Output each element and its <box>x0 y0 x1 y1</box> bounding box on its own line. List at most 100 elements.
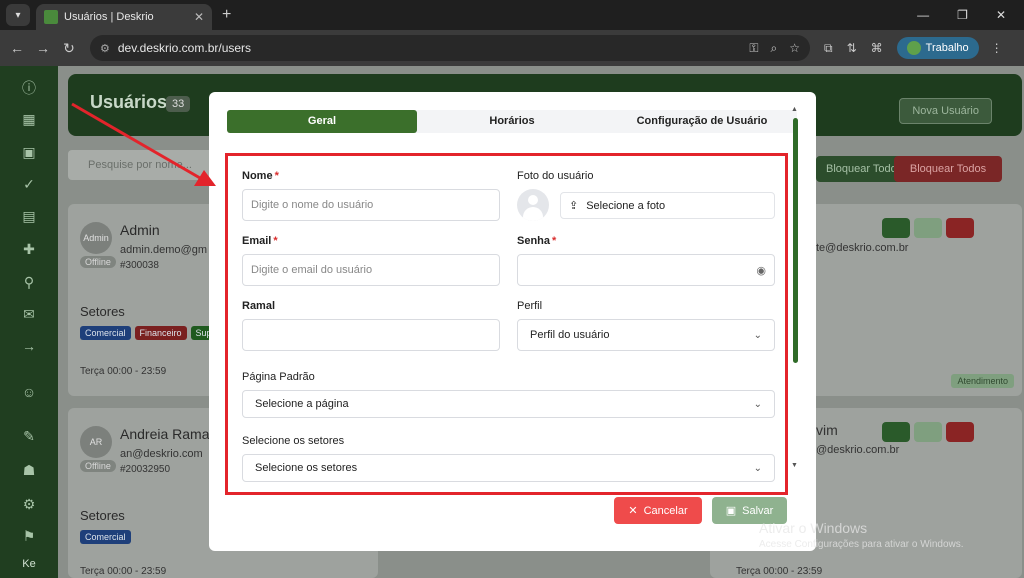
profile-label: Trabalho <box>925 42 969 54</box>
ramal-input[interactable] <box>242 319 500 351</box>
reload-icon[interactable]: ↻ <box>56 40 82 57</box>
user-form-modal: Geral Horários Configuração de Usuário ▲… <box>209 92 816 551</box>
browser-toolbar: ← → ↻ ⚙ dev.deskrio.com.br/users ⚿ ⌕ ☆ ⧉… <box>0 30 1024 66</box>
delete-user-button[interactable] <box>946 218 974 238</box>
sectors-select[interactable]: Selecione os setores ⌄ <box>242 454 775 482</box>
bot-icon[interactable]: ☗ <box>20 462 38 480</box>
integration-icon[interactable]: ⚙ <box>20 496 38 514</box>
email-label: Email * <box>242 235 278 247</box>
schedule-text: Terça 00:00 - 23:59 <box>80 566 167 577</box>
photo-label: Foto do usuário <box>517 170 594 182</box>
tab-horarios[interactable]: Horários <box>417 110 607 133</box>
chevron-down-icon: ⌄ <box>753 329 762 341</box>
forward-icon[interactable]: → <box>30 40 56 56</box>
sync-icon[interactable]: ⇅ <box>847 41 857 56</box>
funnel-icon[interactable]: ⚲ <box>20 274 38 292</box>
scroll-down-icon[interactable]: ▼ <box>791 462 798 469</box>
edit-user-button[interactable] <box>882 218 910 238</box>
arrow-right-icon[interactable]: → <box>20 338 38 356</box>
tab-geral[interactable]: Geral <box>227 110 417 133</box>
tickets-icon[interactable]: ▣ <box>20 144 38 162</box>
modal-tabs: Geral Horários Configuração de Usuário <box>227 110 797 133</box>
cancel-label: Cancelar <box>643 504 688 517</box>
close-icon: ✕ <box>628 505 638 517</box>
required-mark: * <box>552 235 557 247</box>
required-mark: * <box>274 170 279 182</box>
tags-icon[interactable]: ⚑ <box>20 528 38 546</box>
dashboard-icon[interactable]: ▦ <box>20 111 38 129</box>
info-icon[interactable]: ⓘ <box>20 78 38 96</box>
key-icon[interactable]: ⚿ <box>749 41 758 56</box>
password-input[interactable]: ◉ <box>517 254 775 286</box>
save-label: Salvar <box>742 504 774 517</box>
user-initials[interactable]: Ke <box>0 558 58 570</box>
check-icon[interactable]: ✓ <box>20 176 38 194</box>
upload-icon: ⇪ <box>569 200 579 212</box>
new-user-button[interactable]: Nova Usuário <box>899 98 992 124</box>
ramal-label: Ramal <box>242 300 276 312</box>
tab-search-button[interactable]: ▾ <box>6 4 30 26</box>
sector-chip: Comercial <box>80 326 131 340</box>
minimize-icon[interactable]: — <box>917 8 929 22</box>
close-window-icon[interactable]: ✕ <box>996 8 1006 22</box>
lock-user-button[interactable] <box>914 422 942 442</box>
star-icon[interactable]: ☆ <box>789 41 800 56</box>
user-extension: #300038 <box>120 260 159 271</box>
unblock-all-button[interactable]: Bloquear Todos <box>894 156 1002 182</box>
page-title: Usuários <box>90 92 168 112</box>
profile-button[interactable]: Trabalho <box>896 37 979 59</box>
name-label: Nome * <box>242 170 279 182</box>
extensions-icon[interactable]: ⧉ <box>824 41 833 56</box>
perfil-label: Perfil <box>517 300 543 312</box>
sectors-label: Selecione os setores <box>242 435 345 447</box>
default-page-value: Selecione a página <box>255 398 349 410</box>
users-icon[interactable]: ☺ <box>20 384 38 402</box>
avatar: AR <box>80 426 112 458</box>
user-name: Andreia Rama <box>120 426 210 442</box>
profile-avatar <box>906 41 921 55</box>
sector-chip: Comercial <box>80 530 131 544</box>
sectors-value: Selecione os setores <box>255 462 358 474</box>
user-extension: #20032950 <box>120 464 171 475</box>
modal-scrollbar[interactable] <box>793 118 798 363</box>
required-mark: * <box>273 235 278 247</box>
lock-user-button[interactable] <box>914 218 942 238</box>
restore-icon[interactable]: ❐ <box>957 8 968 22</box>
zoom-icon[interactable]: ⌕ <box>771 41 778 56</box>
message-icon[interactable]: ✉ <box>20 306 38 324</box>
save-icon: ▣ <box>725 505 737 517</box>
select-photo-button[interactable]: ⇪ Selecione a foto <box>560 192 775 219</box>
more-menu-icon[interactable]: ⋮ <box>991 41 1003 55</box>
close-icon[interactable]: ✕ <box>194 10 204 24</box>
edit-icon[interactable]: ✎ <box>20 428 38 446</box>
edit-user-button[interactable] <box>882 422 910 442</box>
site-info-icon[interactable]: ⚙ <box>100 42 110 55</box>
eye-icon[interactable]: ◉ <box>756 264 766 277</box>
new-tab-button[interactable]: + <box>222 6 231 24</box>
translate-icon[interactable]: ⌘ <box>871 41 883 56</box>
user-photo-avatar <box>517 189 549 221</box>
default-page-label: Página Padrão <box>242 371 315 383</box>
role-badge: Atendimento <box>951 374 1014 388</box>
browser-tab[interactable]: Usuários | Deskrio ✕ <box>36 4 212 30</box>
scroll-up-icon[interactable]: ▲ <box>791 106 798 113</box>
user-search-input[interactable]: Pesquise por nome... <box>68 150 218 180</box>
back-icon[interactable]: ← <box>4 40 30 56</box>
default-page-select[interactable]: Selecione a página ⌄ <box>242 390 775 418</box>
calendar-icon[interactable]: ▤ <box>20 208 38 226</box>
avatar: Admin <box>80 222 112 254</box>
address-bar[interactable]: ⚙ dev.deskrio.com.br/users ⚿ ⌕ ☆ <box>90 35 810 61</box>
url-text: dev.deskrio.com.br/users <box>117 41 252 55</box>
windows-watermark-subtitle: Acesse Configurações para ativar o Windo… <box>759 539 964 550</box>
delete-user-button[interactable] <box>946 422 974 442</box>
chevron-down-icon: ▾ <box>15 9 21 21</box>
name-input[interactable]: Digite o nome do usuário <box>242 189 500 221</box>
browser-titlebar: ▾ Usuários | Deskrio ✕ + — ❐ ✕ <box>0 0 1024 30</box>
email-input[interactable]: Digite o email do usuário <box>242 254 500 286</box>
cancel-button[interactable]: ✕ Cancelar <box>614 497 702 524</box>
chat-plus-icon[interactable]: ✚ <box>20 241 38 259</box>
tab-configuracao-usuario[interactable]: Configuração de Usuário <box>607 110 797 133</box>
user-email: admin.demo@gm <box>120 244 207 256</box>
perfil-select[interactable]: Perfil do usuário ⌄ <box>517 319 775 351</box>
user-email: an@deskrio.com <box>120 448 203 460</box>
